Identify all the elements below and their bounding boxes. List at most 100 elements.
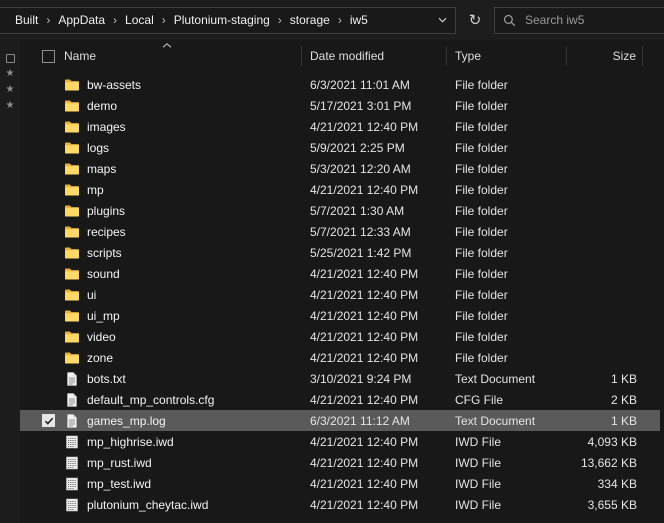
file-type: File folder xyxy=(447,267,567,281)
file-row[interactable]: demo5/17/2021 3:01 PMFile folder xyxy=(20,95,660,116)
file-date-modified: 4/21/2021 12:40 PM xyxy=(302,351,447,365)
file-type: File folder xyxy=(447,141,567,155)
file-type: Text Document xyxy=(447,414,567,428)
breadcrumb-item[interactable]: iw5 xyxy=(343,10,375,30)
file-row[interactable]: games_mp.log 6/3/2021 11:12 AMText Docume… xyxy=(20,410,660,431)
breadcrumb-item[interactable]: Built xyxy=(8,10,45,30)
file-row[interactable]: plutonium_cheytac.iwd4/21/2021 12:40 PMI… xyxy=(20,494,660,515)
breadcrumb-item[interactable]: AppData xyxy=(51,10,112,30)
iwd-file-icon xyxy=(64,476,80,492)
address-bar[interactable]: Built›AppData›Local›Plutonium-staging›st… xyxy=(0,7,456,34)
file-row[interactable]: plugins5/7/2021 1:30 AMFile folder xyxy=(20,200,660,221)
file-name-cell: ui_mp xyxy=(20,308,302,324)
file-size: 3,655 KB xyxy=(567,498,643,512)
column-header-size[interactable]: Size xyxy=(567,46,643,66)
file-date-modified: 4/21/2021 12:40 PM xyxy=(302,477,447,491)
search-input[interactable] xyxy=(523,12,664,28)
file-type: File folder xyxy=(447,330,567,344)
file-name: maps xyxy=(87,162,116,176)
file-type: IWD File xyxy=(447,456,567,470)
file-name: plutonium_cheytac.iwd xyxy=(87,498,208,512)
file-name: sound xyxy=(87,267,120,281)
file-name: plugins xyxy=(87,204,125,218)
file-explorer-window: Built›AppData›Local›Plutonium-staging›st… xyxy=(0,0,664,523)
row-checkbox[interactable] xyxy=(42,414,55,427)
cfg-file-icon xyxy=(64,392,80,408)
file-name-cell: mp_test.iwd xyxy=(20,476,302,492)
pinned-item-icon[interactable]: ★ xyxy=(6,68,15,79)
file-row[interactable]: mp_highrise.iwd4/21/2021 12:40 PMIWD Fil… xyxy=(20,431,660,452)
pinned-item-icon[interactable]: ★ xyxy=(6,100,15,111)
explorer-content: ★ ★ ★ Name Date modified Type Size xyxy=(0,40,664,523)
file-row[interactable]: bots.txt3/10/2021 9:24 PMText Document1 … xyxy=(20,368,660,389)
file-row[interactable]: ui4/21/2021 12:40 PMFile folder xyxy=(20,284,660,305)
file-size: 2 KB xyxy=(567,393,643,407)
text-file-icon xyxy=(64,413,80,429)
file-row[interactable]: mp_rust.iwd4/21/2021 12:40 PMIWD File13,… xyxy=(20,452,660,473)
chevron-down-icon xyxy=(438,17,447,23)
breadcrumb-item[interactable]: Plutonium-staging xyxy=(167,10,277,30)
file-row[interactable]: mp4/21/2021 12:40 PMFile folder xyxy=(20,179,660,200)
toolbar: Built›AppData›Local›Plutonium-staging›st… xyxy=(0,0,664,40)
file-type: IWD File xyxy=(447,498,567,512)
file-name: logs xyxy=(87,141,109,155)
file-date-modified: 4/21/2021 12:40 PM xyxy=(302,267,447,281)
column-header-name[interactable]: Name xyxy=(20,46,302,66)
pinned-item-icon[interactable]: ★ xyxy=(6,84,15,95)
iwd-file-icon xyxy=(64,434,80,450)
file-row[interactable]: scripts5/25/2021 1:42 PMFile folder xyxy=(20,242,660,263)
navigation-rail[interactable]: ★ ★ ★ xyxy=(0,40,20,523)
file-row[interactable]: ui_mp4/21/2021 12:40 PMFile folder xyxy=(20,305,660,326)
column-header-row: Name Date modified Type Size xyxy=(20,44,664,68)
iwd-file-icon xyxy=(64,497,80,513)
file-date-modified: 5/9/2021 2:25 PM xyxy=(302,141,447,155)
file-name-cell: video xyxy=(20,329,302,345)
file-name: zone xyxy=(87,351,113,365)
refresh-button[interactable]: ↻ xyxy=(464,7,486,34)
folder-icon xyxy=(64,140,80,156)
file-name-cell: maps xyxy=(20,161,302,177)
folder-icon xyxy=(64,182,80,198)
file-type: File folder xyxy=(447,162,567,176)
file-row[interactable]: default_mp_controls.cfg4/21/2021 12:40 P… xyxy=(20,389,660,410)
address-history-dropdown-button[interactable] xyxy=(431,9,453,32)
search-icon xyxy=(503,14,516,27)
file-size: 334 KB xyxy=(567,477,643,491)
file-row[interactable]: maps5/3/2021 12:20 AMFile folder xyxy=(20,158,660,179)
file-size: 1 KB xyxy=(567,414,643,428)
file-row[interactable]: zone4/21/2021 12:40 PMFile folder xyxy=(20,347,660,368)
file-date-modified: 4/21/2021 12:40 PM xyxy=(302,183,447,197)
file-name-cell: ui xyxy=(20,287,302,303)
breadcrumb-item[interactable]: storage xyxy=(283,10,337,30)
folder-icon xyxy=(64,224,80,240)
folder-icon xyxy=(64,329,80,345)
file-date-modified: 5/25/2021 1:42 PM xyxy=(302,246,447,260)
file-row[interactable]: sound 4/21/2021 12:40 PMFile folder xyxy=(20,263,660,284)
folder-icon xyxy=(64,203,80,219)
file-row[interactable]: logs 5/9/2021 2:25 PMFile folder xyxy=(20,137,660,158)
search-box[interactable] xyxy=(494,7,664,34)
file-row[interactable]: images4/21/2021 12:40 PMFile folder xyxy=(20,116,660,137)
check-icon xyxy=(44,416,54,426)
column-header-date-modified[interactable]: Date modified xyxy=(302,46,447,66)
folder-icon xyxy=(64,77,80,93)
breadcrumb-item[interactable]: Local xyxy=(118,10,161,30)
select-all-checkbox[interactable] xyxy=(42,50,55,63)
file-row[interactable]: bw-assets6/3/2021 11:01 AMFile folder xyxy=(20,74,660,95)
file-name: mp_test.iwd xyxy=(87,477,151,491)
file-date-modified: 4/21/2021 12:40 PM xyxy=(302,330,447,344)
file-date-modified: 6/3/2021 11:12 AM xyxy=(302,414,447,428)
file-date-modified: 4/21/2021 12:40 PM xyxy=(302,288,447,302)
file-name: games_mp.log xyxy=(87,414,166,428)
file-name: mp_rust.iwd xyxy=(87,456,152,470)
file-name-cell: zone xyxy=(20,350,302,366)
file-row[interactable]: recipes5/7/2021 12:33 AMFile folder xyxy=(20,221,660,242)
column-header-type[interactable]: Type xyxy=(447,46,567,66)
file-size: 4,093 KB xyxy=(567,435,643,449)
file-row[interactable]: video4/21/2021 12:40 PMFile folder xyxy=(20,326,660,347)
file-row[interactable]: mp_test.iwd4/21/2021 12:40 PMIWD File334… xyxy=(20,473,660,494)
file-name: mp_highrise.iwd xyxy=(87,435,174,449)
shortcut-icon[interactable] xyxy=(6,54,15,63)
folder-icon xyxy=(64,350,80,366)
file-type: File folder xyxy=(447,309,567,323)
